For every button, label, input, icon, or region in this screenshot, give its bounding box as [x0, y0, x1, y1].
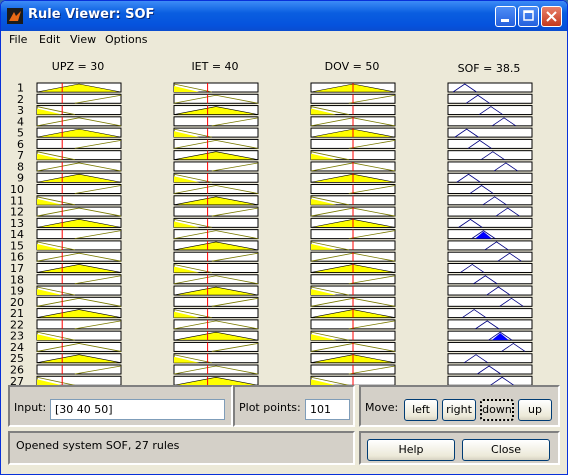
rule-plot-cell[interactable] — [173, 206, 259, 217]
status-bar: Opened system SOF, 27 rules — [8, 431, 355, 465]
rule-plot-cell[interactable] — [447, 150, 533, 161]
window-title: Rule Viewer: SOF — [28, 7, 155, 22]
maximize-button[interactable] — [518, 6, 539, 27]
plot-points-label: Plot points: — [239, 401, 301, 414]
rule-plot-cell[interactable] — [36, 229, 122, 240]
minimize-icon — [501, 19, 509, 22]
rule-plot-cell[interactable] — [173, 296, 259, 307]
rule-viewer-window: Rule Viewer: SOF File Edit View Options … — [0, 0, 568, 475]
rule-number: 27 — [10, 375, 24, 385]
plot-points-panel: Plot points: 101 — [233, 385, 355, 427]
rule-plot-cell[interactable] — [447, 161, 533, 172]
menu-file[interactable]: File — [9, 33, 27, 46]
rule-plot-cell[interactable] — [447, 319, 533, 330]
rule-plot-cell[interactable] — [447, 308, 533, 319]
input-label: Input: — [14, 401, 47, 414]
rule-plot-cell[interactable] — [447, 184, 533, 195]
menu-options[interactable]: Options — [105, 33, 147, 46]
rule-plot-cell[interactable] — [36, 138, 122, 149]
button-panel: Help Close — [359, 431, 560, 465]
move-panel: Move: left right down up — [359, 385, 560, 427]
title-bar[interactable]: Rule Viewer: SOF — [1, 1, 567, 31]
rule-plot-cell[interactable] — [173, 341, 259, 352]
column-title-1: IET = 40 — [191, 60, 238, 73]
rule-plot-cell[interactable] — [447, 240, 533, 251]
rule-plot-cell[interactable] — [447, 82, 533, 93]
rule-plot-cell[interactable] — [447, 353, 533, 364]
column-title-2: DOV = 50 — [325, 60, 380, 73]
rule-plot-cell[interactable] — [447, 127, 533, 138]
plot-points-field[interactable]: 101 — [305, 399, 350, 420]
close-window-button[interactable] — [541, 6, 562, 27]
move-left-button[interactable]: left — [404, 399, 438, 421]
rule-plot-cell[interactable] — [447, 375, 533, 385]
rule-plot-cell[interactable] — [447, 93, 533, 104]
menu-edit[interactable]: Edit — [39, 33, 60, 46]
move-right-button[interactable]: right — [442, 399, 476, 421]
rule-plot-cell[interactable] — [447, 262, 533, 273]
rule-plot-cell[interactable] — [447, 296, 533, 307]
minimize-button[interactable] — [495, 6, 516, 27]
rule-plot-cell[interactable] — [447, 116, 533, 127]
matlab-icon — [7, 8, 23, 24]
rule-plot-cell[interactable] — [173, 251, 259, 262]
rule-plot-cell[interactable] — [447, 285, 533, 296]
column-title-3: SOF = 38.5 — [458, 62, 521, 75]
rule-plot-cell[interactable] — [447, 206, 533, 217]
rule-plot-cell[interactable] — [36, 319, 122, 330]
rule-plot-cell[interactable] — [36, 93, 122, 104]
menu-bar: File Edit View Options — [1, 31, 567, 50]
column-title-0: UPZ = 30 — [52, 60, 104, 73]
move-label: Move: — [365, 401, 399, 414]
maximize-icon — [523, 10, 534, 21]
rule-plot-cell[interactable] — [173, 161, 259, 172]
move-down-button[interactable]: down — [480, 399, 514, 421]
rule-plot-cell[interactable] — [447, 341, 533, 352]
rule-plot-cell[interactable] — [447, 172, 533, 183]
rule-plot-cell[interactable] — [36, 184, 122, 195]
input-panel: Input: [30 40 50] — [8, 385, 233, 427]
help-button[interactable]: Help — [367, 439, 455, 461]
close-icon — [546, 11, 557, 22]
rule-plot-cell[interactable] — [36, 364, 122, 375]
menu-view[interactable]: View — [70, 33, 96, 46]
close-button[interactable]: Close — [462, 439, 550, 461]
rule-axes-area: UPZ = 30 IET = 40 DOV = 50 SOF = 38.5123456… — [10, 60, 533, 385]
input-field[interactable]: [30 40 50] — [50, 399, 225, 420]
rule-plot-cell[interactable] — [36, 274, 122, 285]
move-up-button[interactable]: up — [518, 399, 552, 421]
rule-plot-cell[interactable] — [173, 116, 259, 127]
